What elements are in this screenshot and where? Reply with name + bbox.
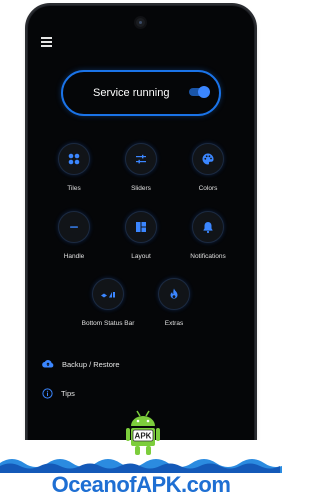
info-icon xyxy=(42,387,53,399)
tile-label: Tiles xyxy=(67,185,81,192)
list-item-tips[interactable]: Tips xyxy=(42,385,75,401)
tile-label: Layout xyxy=(131,253,151,260)
toggle-thumb xyxy=(198,86,210,98)
apk-badge: APK xyxy=(135,432,152,441)
tile-extras[interactable]: Extras xyxy=(144,278,204,327)
status-bar-icon xyxy=(92,278,124,310)
list-item-label: Tips xyxy=(61,388,75,398)
android-robot-icon: APK xyxy=(126,410,160,455)
tile-label: Extras xyxy=(164,320,184,327)
tile-handle[interactable]: Handle xyxy=(44,211,104,260)
layout-icon xyxy=(125,211,157,243)
list-item-backup-restore[interactable]: Backup / Restore xyxy=(42,356,120,372)
tile-notifications[interactable]: Notifications xyxy=(178,211,238,260)
front-camera xyxy=(136,18,145,27)
cloud-upload-icon xyxy=(42,360,54,368)
tile-label: Bottom Status Bar xyxy=(81,320,135,327)
watermark-text: OceanofAPK.com xyxy=(51,472,231,497)
service-status-label: Service running xyxy=(93,87,170,99)
menu-icon[interactable] xyxy=(41,37,52,47)
sliders-icon xyxy=(125,143,157,175)
flame-icon xyxy=(158,278,190,310)
tile-bottom-status-bar[interactable]: Bottom Status Bar xyxy=(78,278,138,327)
tile-label: Notifications xyxy=(190,253,226,260)
tile-label: Handle xyxy=(63,253,85,260)
service-toggle[interactable] xyxy=(189,86,210,98)
tiles-icon xyxy=(58,143,90,175)
tile-tiles[interactable]: Tiles xyxy=(44,143,104,192)
tile-label: Colors xyxy=(198,185,218,192)
tile-layout[interactable]: Layout xyxy=(111,211,171,260)
tile-label: Sliders xyxy=(131,185,151,192)
tile-sliders[interactable]: Sliders xyxy=(111,143,171,192)
tile-colors[interactable]: Colors xyxy=(178,143,238,192)
palette-icon xyxy=(192,143,224,175)
service-toggle-card[interactable]: Service running xyxy=(61,70,221,116)
handle-icon xyxy=(58,211,90,243)
list-item-label: Backup / Restore xyxy=(62,359,120,369)
bell-icon xyxy=(192,211,224,243)
